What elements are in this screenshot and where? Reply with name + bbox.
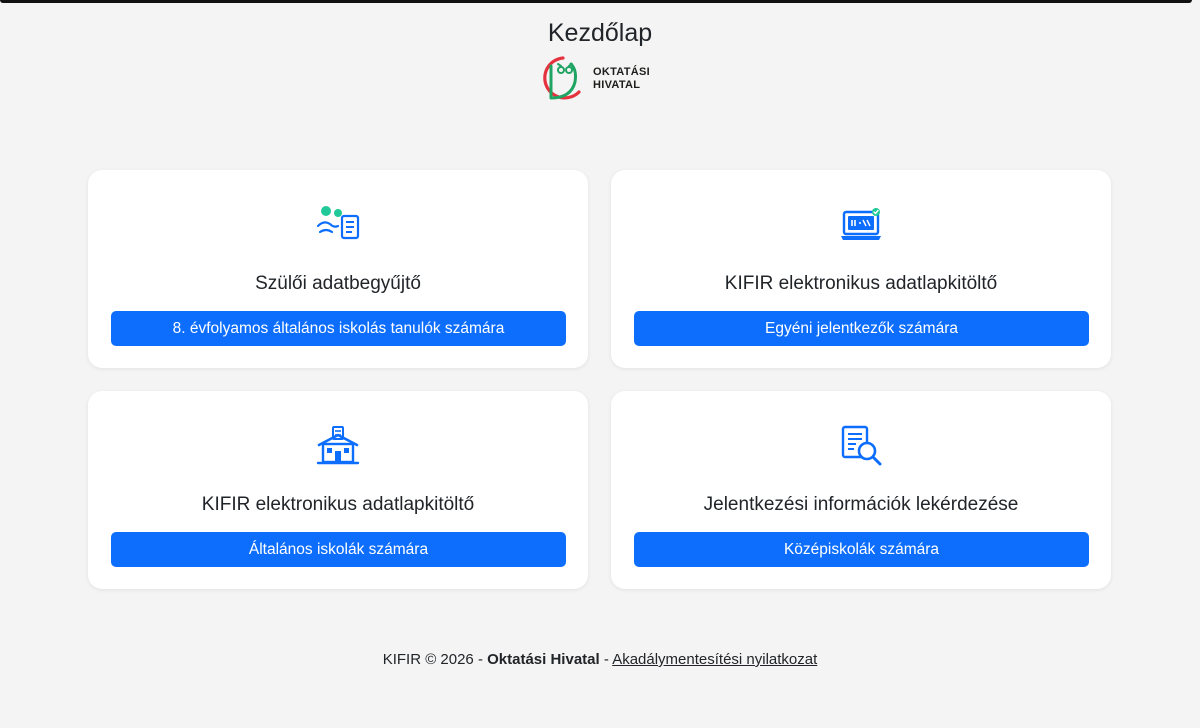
card-button-8th-grade-students[interactable]: 8. évfolyamos általános iskolás tanulók …	[111, 311, 566, 346]
card-title: KIFIR elektronikus adatlapkitöltő	[201, 494, 475, 515]
page-header: Kezdőlap	[0, 16, 1200, 50]
footer-copyright: KIFIR © 2026 -	[382, 651, 488, 668]
owl-logo-icon	[543, 56, 581, 100]
school-building-icon	[316, 426, 360, 465]
logo-text: OKTATÁSI HIVATAL	[593, 66, 650, 92]
card-title: Szülői adatbegyűjtő	[255, 273, 421, 294]
top-bar	[0, 0, 1192, 3]
card-kifir-primary-schools: KIFIR elektronikus adatlapkitöltő Általá…	[88, 391, 588, 589]
footer: KIFIR © 2026 - Oktatási Hivatal - Akadál…	[0, 651, 1200, 668]
card-button-primary-schools[interactable]: Általános iskolák számára	[111, 532, 566, 567]
card-title: KIFIR elektronikus adatlapkitöltő	[724, 273, 998, 294]
footer-org-name: Oktatási Hivatal	[487, 651, 600, 668]
card-kifir-individual: KIFIR elektronikus adatlapkitöltő Egyéni…	[611, 170, 1111, 368]
document-search-icon	[841, 425, 882, 466]
accessibility-statement-link[interactable]: Akadálymentesítési nyilatkozat	[612, 651, 817, 668]
logo-line-2: HIVATAL	[593, 79, 641, 91]
footer-separator: -	[599, 651, 613, 668]
oktatasi-hivatal-logo[interactable]: OKTATÁSI HIVATAL	[541, 54, 661, 104]
card-application-info-query: Jelentkezési információk lekérdezése Köz…	[611, 391, 1111, 589]
card-button-secondary-schools[interactable]: Középiskolák számára	[634, 532, 1089, 567]
card-button-individual-applicants[interactable]: Egyéni jelentkezők számára	[634, 311, 1089, 346]
card-title: Jelentkezési információk lekérdezése	[703, 494, 1019, 515]
laptop-form-icon	[841, 208, 881, 240]
card-parent-data-collector: Szülői adatbegyűjtő 8. évfolyamos általá…	[88, 170, 588, 368]
parents-document-icon	[316, 206, 360, 240]
logo-line-1: OKTATÁSI	[593, 66, 650, 78]
page-title: Kezdőlap	[547, 19, 653, 47]
